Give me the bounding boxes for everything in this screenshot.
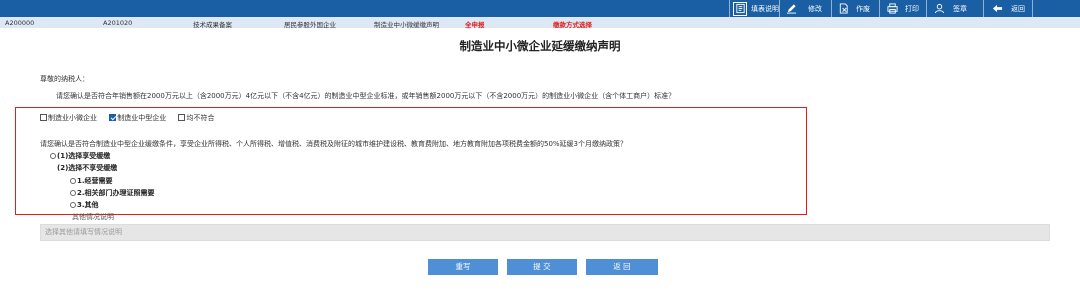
radio-button[interactable]: [50, 153, 56, 159]
option-small-micro-label: 制造业小微企业: [48, 114, 97, 122]
question-enterprise-standard: 请您确认是否符合年销售额在2000万元以上（含2000万元）4亿元以下（不含4亿…: [56, 92, 676, 100]
option-enjoy-deferral[interactable]: (1)选择享受缓缴: [50, 151, 110, 161]
edit-label: 修改: [808, 4, 822, 13]
reason-business-need[interactable]: 1.经营需要: [70, 176, 113, 186]
return-label: 返回: [1011, 4, 1025, 13]
toolbar-separator: [779, 0, 780, 17]
user-sign-icon: [932, 2, 946, 16]
option-decline-deferral: (2)选择不享受缓缴: [57, 164, 118, 172]
radio-button[interactable]: [70, 178, 76, 184]
toolbar-separator: [926, 0, 927, 17]
option-medium-label: 制造业中型企业: [117, 114, 167, 122]
return-button[interactable]: 返回: [990, 1, 1025, 16]
highlight-box: [15, 107, 807, 215]
void-button[interactable]: 作废: [836, 1, 870, 16]
greeting-text: 尊敬的纳税人：: [40, 75, 89, 83]
reset-button[interactable]: 重写: [428, 259, 498, 275]
radio-button[interactable]: [70, 202, 76, 208]
reason-other-label: 3.其他: [77, 201, 99, 209]
option-none-label: 均不符合: [186, 114, 215, 122]
print-button[interactable]: 打印: [885, 1, 919, 16]
reason-business-need-label: 1.经营需要: [77, 177, 113, 185]
radio-button[interactable]: [70, 190, 76, 196]
sign-label: 签章: [953, 4, 967, 13]
option-enjoy-deferral-label: (1)选择享受缓缴: [57, 152, 111, 160]
top-toolbar: 填表说明 修改 作废 打印 签章 返回: [0, 0, 1080, 17]
tab-deferral-declaration[interactable]: 制造业中小微缓缴声明: [374, 19, 439, 29]
void-label: 作废: [856, 4, 870, 13]
checkbox[interactable]: [178, 114, 186, 121]
tab-full-declaration[interactable]: 全申报: [465, 19, 485, 29]
other-situation-label: 其他情况说明: [72, 213, 114, 221]
reason-other[interactable]: 3.其他: [70, 200, 99, 210]
edit-button[interactable]: 修改: [784, 1, 822, 16]
print-label: 打印: [905, 4, 919, 13]
checkbox[interactable]: [40, 114, 47, 121]
option-small-micro[interactable]: 制造业小微企业: [40, 114, 97, 122]
back-button[interactable]: 返 回: [586, 259, 658, 275]
page-title: 制造业中小微企业延缓缴纳声明: [459, 39, 621, 53]
pencil-icon: [784, 2, 798, 16]
reason-license-need-label: 2.相关部门办理证照需要: [77, 189, 155, 197]
enterprise-type-options: 制造业小微企业 制造业中型企业 均不符合: [40, 113, 224, 123]
form-guide-icon: [733, 1, 747, 16]
form-guide-button[interactable]: 填表说明: [733, 1, 779, 16]
question-deferral-policy: 请您确认是否符合制造业中型企业缓缴条件，享受企业所得税、个人所得税、增值税、消费…: [40, 140, 628, 148]
void-document-icon: [836, 2, 850, 16]
toolbar-separator: [879, 0, 880, 17]
toolbar-separator: [1032, 0, 1033, 17]
tab-tech-achievement[interactable]: 技术成果备案: [193, 19, 232, 29]
sign-button[interactable]: 签章: [932, 1, 967, 16]
other-situation-input[interactable]: 选择其他请填写情况说明: [40, 224, 1050, 241]
checkbox-checked[interactable]: [109, 114, 117, 121]
tab-foreign-shareholding[interactable]: 居民参股外国企业: [284, 19, 336, 29]
toolbar-separator: [729, 0, 730, 17]
tab-a201020[interactable]: A201020: [103, 19, 132, 27]
option-medium[interactable]: 制造业中型企业: [109, 114, 166, 122]
tab-a200000[interactable]: A200000: [5, 19, 34, 27]
toolbar-separator: [831, 0, 832, 17]
printer-icon: [885, 2, 899, 16]
form-guide-label: 填表说明: [751, 4, 779, 13]
tab-payment-method[interactable]: 缴款方式选择: [553, 19, 592, 29]
form-tab-strip: A200000 A201020 技术成果备案 居民参股外国企业 制造业中小微缓缴…: [0, 17, 1080, 29]
reason-license-need[interactable]: 2.相关部门办理证照需要: [70, 188, 155, 198]
toolbar-separator: [983, 0, 984, 17]
back-arrow-icon: [990, 2, 1004, 16]
submit-button[interactable]: 提 交: [507, 259, 577, 275]
option-none[interactable]: 均不符合: [178, 114, 214, 122]
